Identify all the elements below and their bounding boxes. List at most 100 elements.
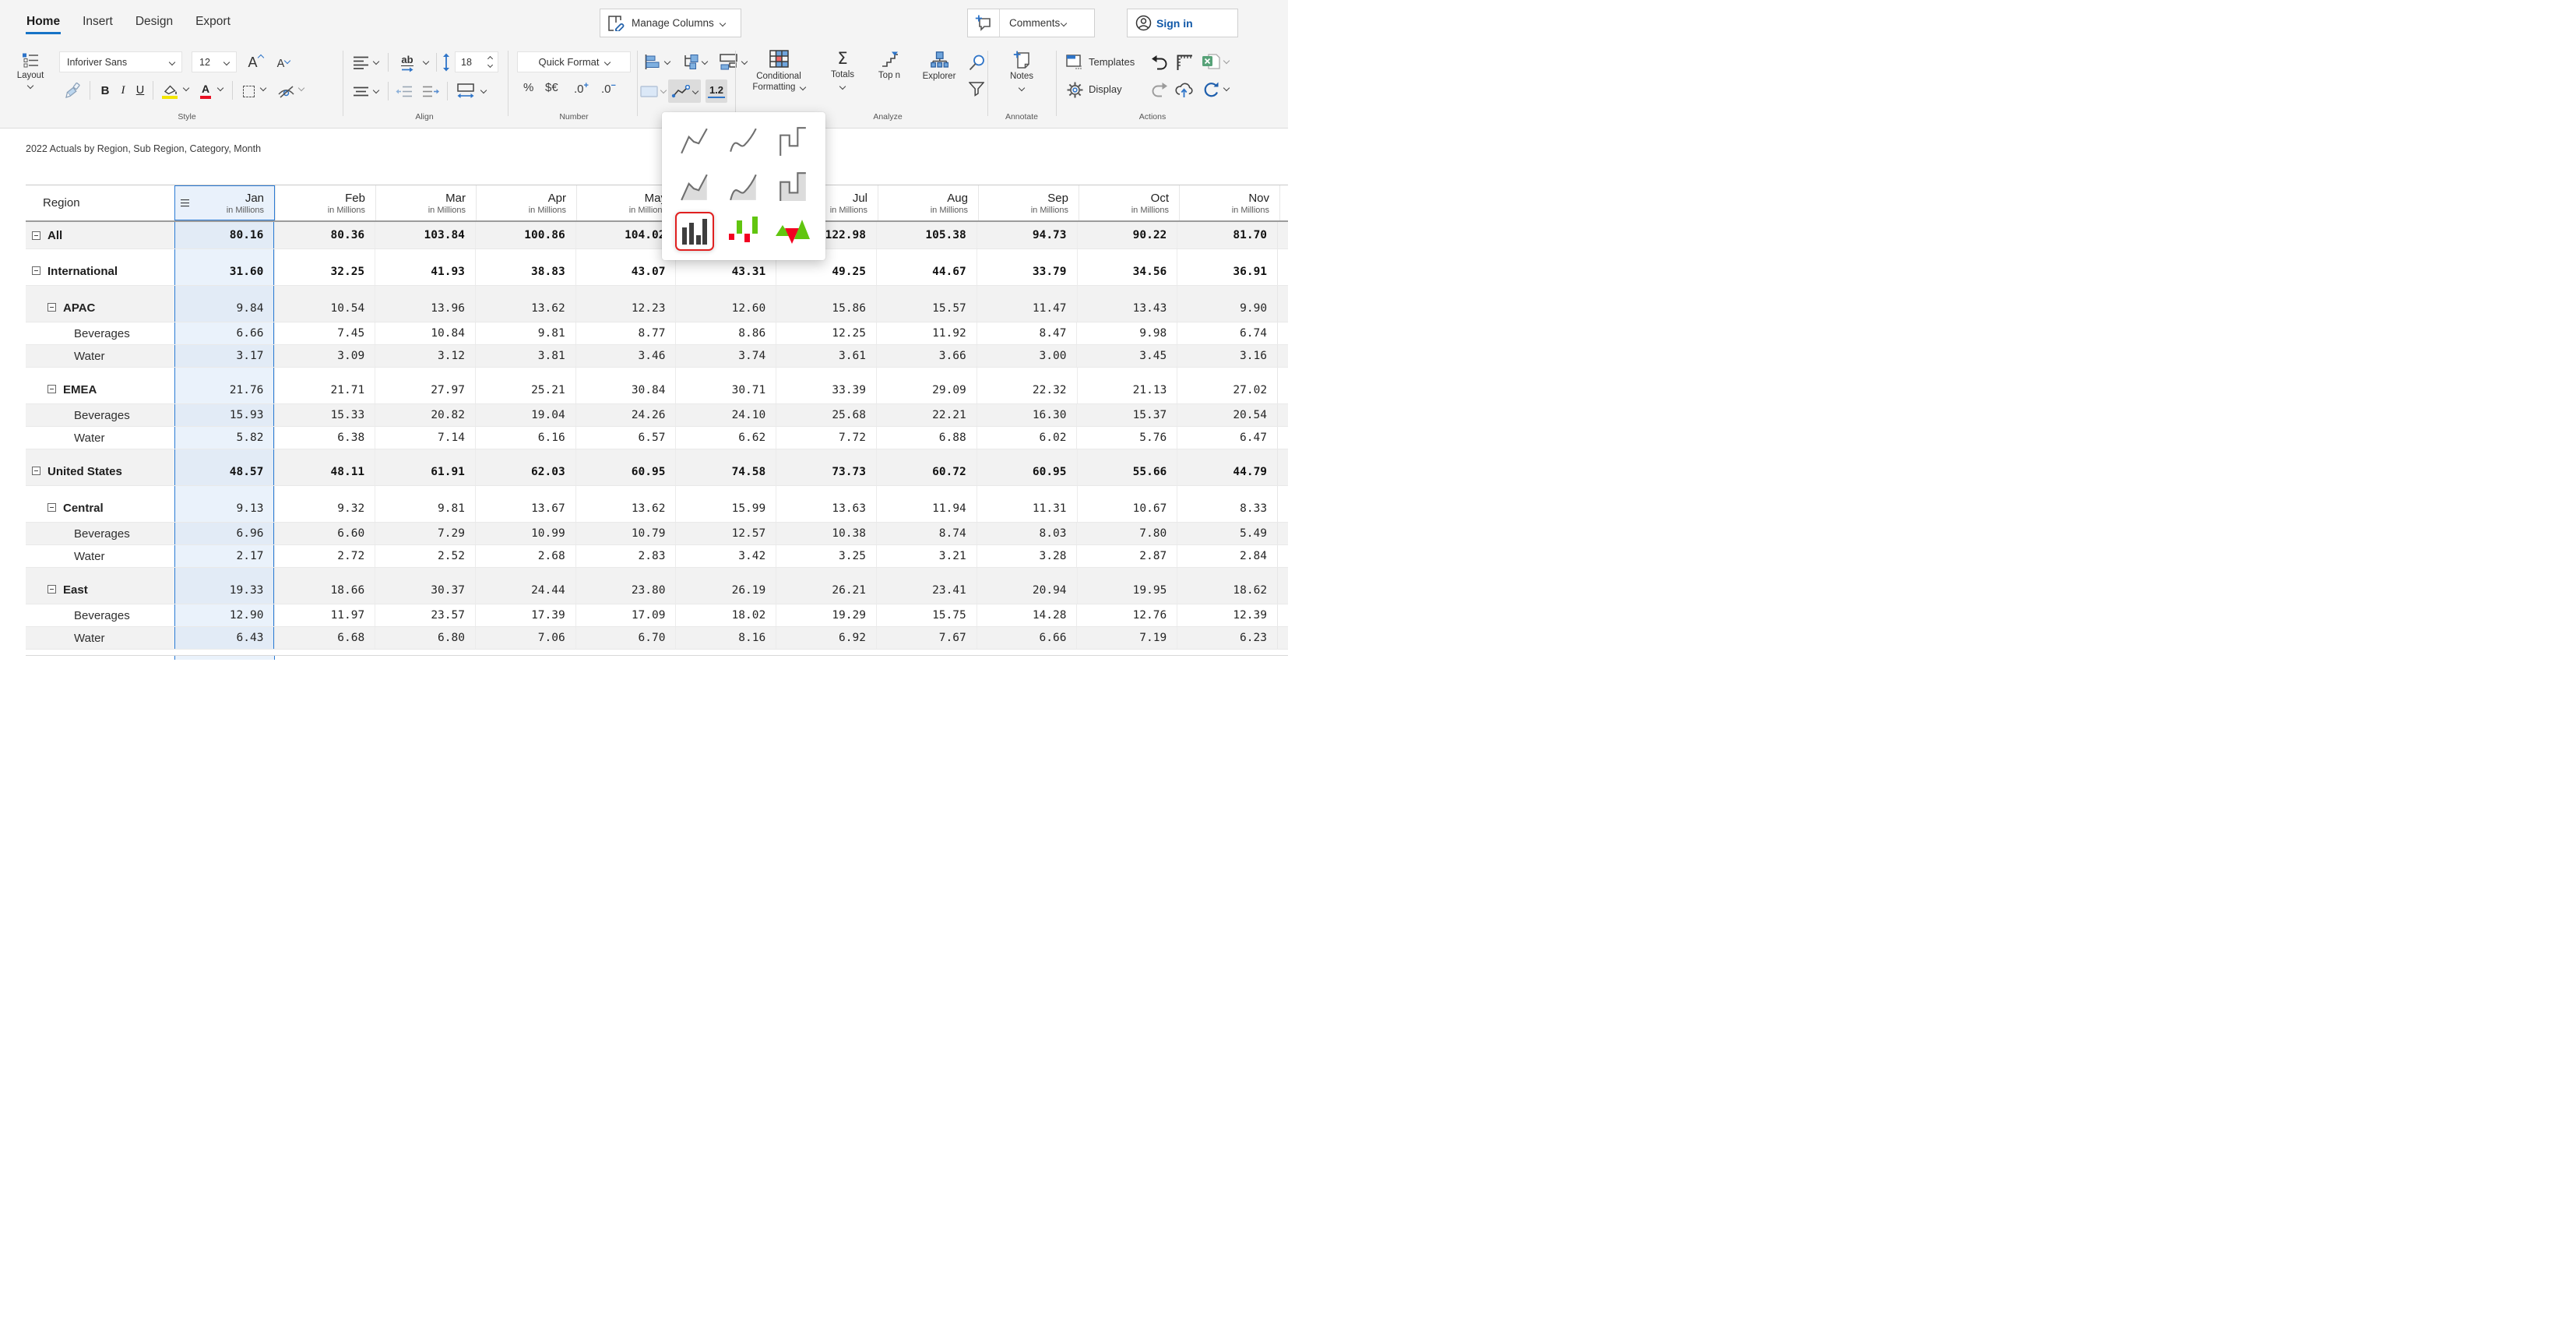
cell-east-aug[interactable]: 23.41	[876, 568, 977, 604]
column-header-jan[interactable]: Janin Millions	[174, 185, 275, 220]
column-header-oct[interactable]: Octin Millions	[1079, 185, 1179, 220]
redo-button[interactable]	[1149, 80, 1170, 99]
cell-east-oct[interactable]: 19.95	[1077, 568, 1177, 604]
chevron-down-icon[interactable]	[298, 85, 304, 91]
cell-beverages-mar[interactable]: 23.57	[375, 604, 475, 626]
cell-east-sep[interactable]: 20.94	[977, 568, 1077, 604]
cell-all-may[interactable]: 104.02	[575, 222, 676, 248]
chevron-down-icon[interactable]	[373, 87, 379, 93]
row-header-water[interactable]: Water	[26, 345, 174, 367]
column-header-feb[interactable]: Febin Millions	[275, 185, 375, 220]
cell-apac-sep[interactable]: 11.47	[977, 286, 1077, 322]
cell-emea-feb[interactable]: 21.71	[274, 368, 375, 403]
region-column-header[interactable]: Region	[26, 185, 174, 220]
layout-button[interactable]: Layout	[8, 53, 53, 88]
row-header-beverages[interactable]: Beverages	[26, 404, 174, 426]
cell-emea-apr[interactable]: 25.21	[475, 368, 575, 403]
hide-values-button[interactable]	[276, 80, 296, 102]
cell-united-states-feb[interactable]: 48.11	[274, 449, 375, 485]
sparkline-option-smooth-line[interactable]	[719, 118, 768, 164]
templates-button[interactable]: Templates	[1089, 56, 1135, 68]
cell-east-jun[interactable]: 26.19	[675, 568, 776, 604]
row-chart-button[interactable]	[643, 53, 662, 70]
cell-central-jun[interactable]: 15.99	[675, 486, 776, 522]
collapse-icon[interactable]	[48, 385, 56, 393]
cell-beverages-feb[interactable]: 7.45	[274, 322, 375, 344]
cell-beverages-jan[interactable]: 6.96	[174, 523, 275, 544]
cell-united-states-mar[interactable]: 61.91	[375, 449, 475, 485]
cell-water-jun[interactable]: 3.42	[675, 545, 776, 567]
hierarchy-chart-button[interactable]	[681, 52, 699, 71]
cell-water-aug[interactable]: 3.66	[876, 345, 977, 367]
cell-emea-may[interactable]: 30.84	[575, 368, 676, 403]
font-size-select[interactable]: 12	[192, 51, 237, 72]
cell-central-feb[interactable]: 9.32	[274, 486, 375, 522]
row-header-water[interactable]: Water	[26, 545, 174, 567]
cloud-upload-button[interactable]	[1173, 80, 1195, 99]
sparkline-option-smooth-area[interactable]	[719, 164, 768, 209]
collapse-icon[interactable]	[32, 266, 40, 275]
cell-beverages-mar[interactable]: 7.29	[375, 523, 475, 544]
font-color-button[interactable]: A	[197, 80, 214, 102]
cell-east-apr[interactable]: 24.44	[475, 568, 575, 604]
cell-water-sep[interactable]: 3.28	[977, 545, 1077, 567]
increase-decimal-button[interactable]: .0+	[574, 81, 589, 96]
cell-beverages-apr[interactable]: 10.99	[475, 523, 575, 544]
manage-columns-button[interactable]: Manage Columns	[600, 9, 741, 37]
sparkline-option-variance-arrows[interactable]	[769, 209, 818, 254]
format-painter-button[interactable]	[62, 80, 83, 100]
cell-beverages-may[interactable]: 17.09	[575, 604, 676, 626]
cell-water-sep[interactable]: 6.66	[977, 627, 1077, 649]
cell-beverages-may[interactable]: 24.26	[575, 404, 676, 426]
cell-water-may[interactable]: 6.70	[575, 627, 676, 649]
cell-united-states-sep[interactable]: 60.95	[977, 449, 1077, 485]
collapse-icon[interactable]	[48, 303, 56, 312]
quick-format-select[interactable]: Quick Format	[517, 51, 631, 72]
chevron-down-icon[interactable]	[183, 85, 189, 91]
cell-water-oct[interactable]: 5.76	[1076, 427, 1177, 449]
cell-apac-jun[interactable]: 12.60	[675, 286, 776, 322]
cell-central-nov[interactable]: 8.33	[1177, 486, 1277, 522]
cell-central-apr[interactable]: 13.67	[475, 486, 575, 522]
decrease-decimal-button[interactable]: .0−	[601, 81, 616, 96]
cell-beverages-sep[interactable]: 16.30	[977, 404, 1077, 426]
cell-united-states-nov[interactable]: 44.79	[1177, 449, 1277, 485]
cell-apac-feb[interactable]: 10.54	[274, 286, 375, 322]
cell-water-feb[interactable]: 6.38	[274, 427, 375, 449]
cell-beverages-nov[interactable]: 6.74	[1177, 322, 1277, 344]
sparkline-option-column[interactable]	[670, 209, 719, 254]
cell-water-nov[interactable]: 6.23	[1177, 627, 1277, 649]
cell-all-mar[interactable]: 103.84	[375, 222, 475, 248]
cell-emea-jun[interactable]: 30.71	[675, 368, 776, 403]
cell-beverages-may[interactable]: 8.77	[575, 322, 676, 344]
collapse-icon[interactable]	[48, 503, 56, 512]
top-n-button[interactable]: Top n	[869, 51, 910, 81]
column-header-apr[interactable]: Aprin Millions	[476, 185, 576, 220]
cell-beverages-jun[interactable]: 12.57	[675, 523, 776, 544]
cell-water-may[interactable]: 2.83	[575, 545, 676, 567]
number-scale-button[interactable]: 1.2	[706, 79, 727, 103]
cell-apac-may[interactable]: 12.23	[575, 286, 676, 322]
cell-water-feb[interactable]: 6.68	[274, 627, 375, 649]
cell-united-states-may[interactable]: 60.95	[575, 449, 676, 485]
sparkline-option-step-line[interactable]	[769, 118, 818, 164]
cell-international-may[interactable]: 43.07	[575, 249, 676, 285]
cell-beverages-sep[interactable]: 14.28	[977, 604, 1077, 626]
cell-beverages-feb[interactable]: 11.97	[274, 604, 375, 626]
chevron-down-icon[interactable]	[660, 87, 667, 93]
row-header-east[interactable]: East	[26, 568, 174, 604]
row-header-united-states[interactable]: United States	[26, 449, 174, 485]
sparkline-option-win-loss[interactable]	[719, 209, 768, 254]
cell-emea-jul[interactable]: 33.39	[776, 368, 876, 403]
column-header-mar[interactable]: Marin Millions	[375, 185, 476, 220]
cell-united-states-jul[interactable]: 73.73	[776, 449, 876, 485]
cell-water-jul[interactable]: 3.61	[776, 345, 876, 367]
cell-water-jun[interactable]: 8.16	[675, 627, 776, 649]
sparkline-option-step-area[interactable]	[769, 164, 818, 209]
cell-water-jan[interactable]: 5.82	[174, 427, 275, 449]
tab-export[interactable]: Export	[195, 12, 231, 34]
cell-beverages-apr[interactable]: 9.81	[475, 322, 575, 344]
cell-beverages-mar[interactable]: 10.84	[375, 322, 475, 344]
cell-water-sep[interactable]: 3.00	[977, 345, 1077, 367]
cell-beverages-apr[interactable]: 19.04	[475, 404, 575, 426]
